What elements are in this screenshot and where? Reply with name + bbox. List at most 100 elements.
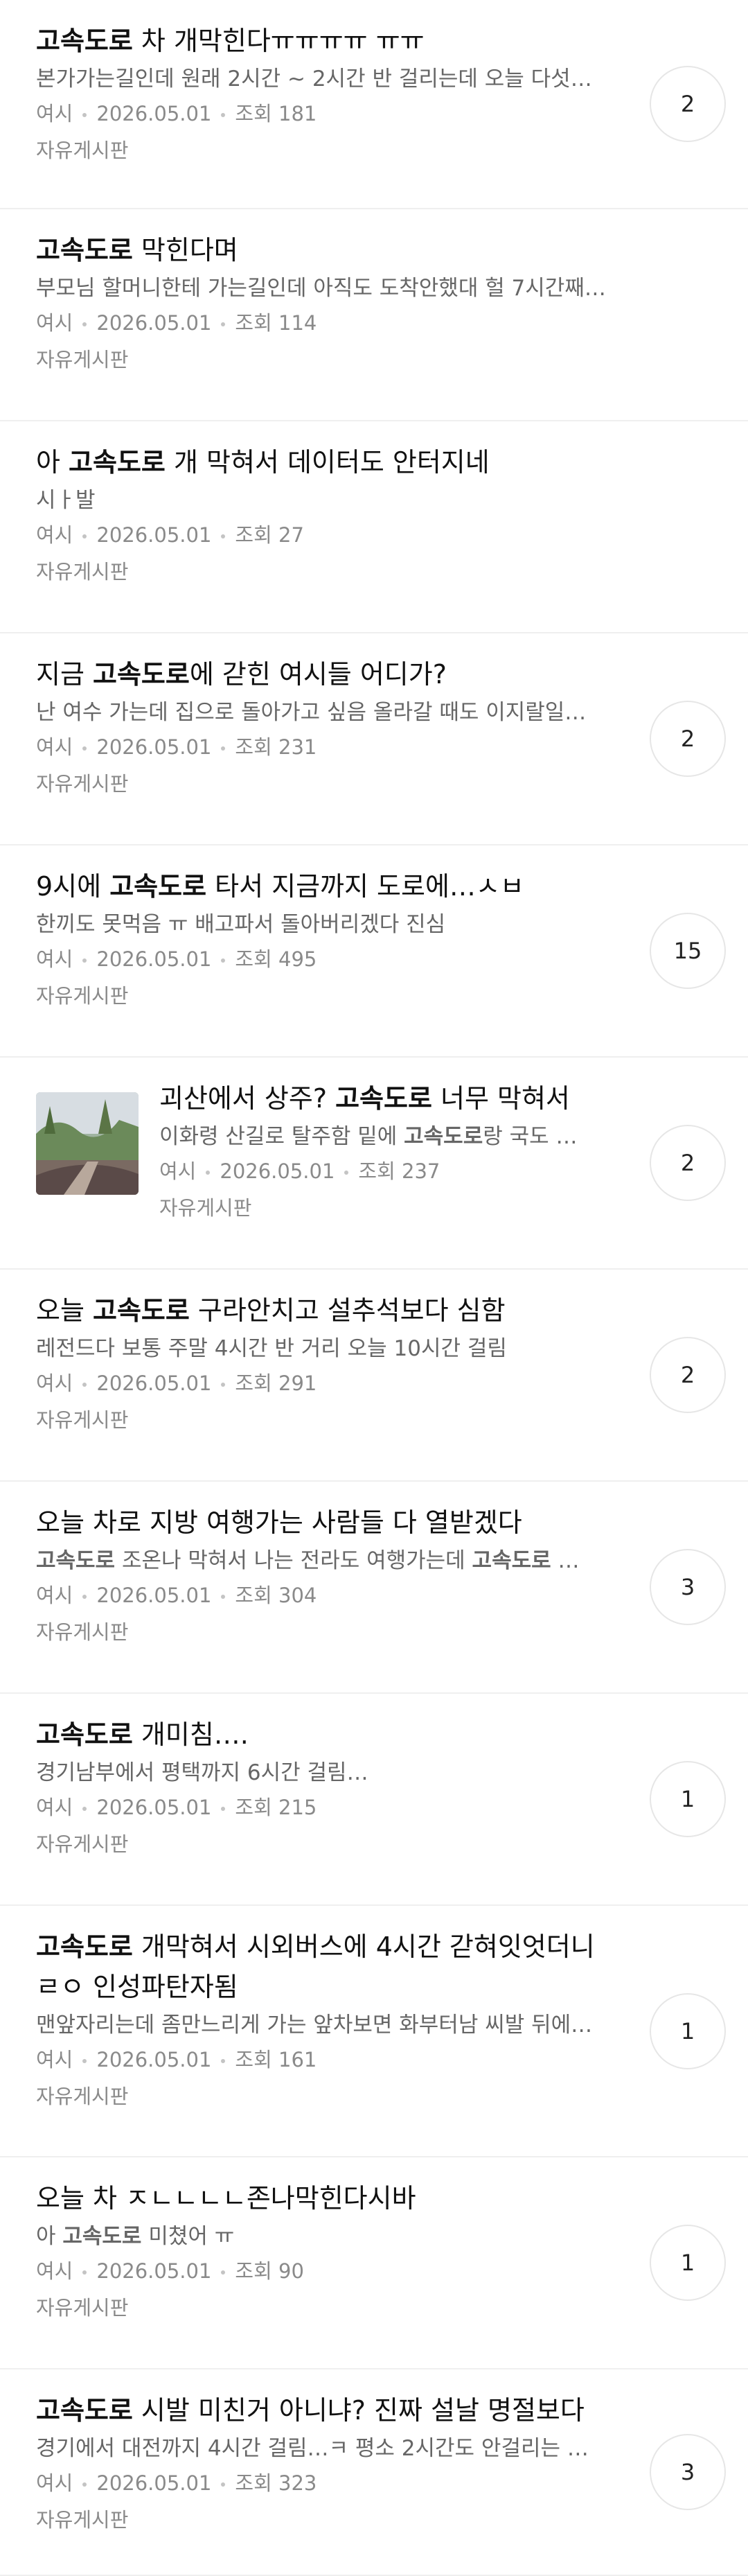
comment-count-badge[interactable]: 2 [650, 66, 726, 142]
highlighted-keyword: 고속도로 [36, 26, 133, 56]
post-title[interactable]: 고속도로 개미침…. [36, 1715, 608, 1755]
post-board-name[interactable]: 자유게시판 [36, 2501, 608, 2539]
separator-dot [221, 1595, 226, 1599]
post-item[interactable]: 오늘 고속도로 구라안치고 설추석보다 심함 레전드다 보통 주말 4시간 반 거… [0, 1270, 748, 1482]
post-content[interactable]: 고속도로 막힌다며 부모님 할머니한테 가는길인데 아직도 도착안했대 헐 7시간… [36, 230, 712, 378]
highlighted-keyword: 고속도로 [36, 1548, 116, 1573]
post-item[interactable]: 고속도로 차 개막힌다ㅠㅠㅠㅠ ㅠㅠ 본가가는길인데 원래 2시간 ~ 2시간 반… [0, 0, 748, 209]
post-title[interactable]: 괴산에서 상주? 고속도로 너무 막혀서 [159, 1078, 608, 1119]
post-views: 조회 495 [235, 947, 317, 971]
post-date: 2026.05.01 [96, 311, 212, 335]
post-item[interactable]: 고속도로 개미침…. 경기남부에서 평택까지 6시간 걸림… 여시 2026.05.0… [0, 1694, 748, 1906]
post-meta: 여시 2026.05.01 조회 27 [36, 517, 608, 553]
post-title[interactable]: 오늘 고속도로 구라안치고 설추석보다 심함 [36, 1290, 608, 1331]
post-title[interactable]: 고속도로 차 개막힌다ㅠㅠㅠㅠ ㅠㅠ [36, 21, 608, 61]
post-item[interactable]: 아 고속도로 개 막혀서 데이터도 안터지네 시ㅏ발 여시 2026.05.01 조회 … [0, 421, 748, 633]
post-title[interactable]: 고속도로 시발 미친거 아니냐? 진짜 설날 명절보다 [36, 2390, 608, 2430]
comment-count-badge[interactable]: 1 [650, 1761, 726, 1837]
post-title[interactable]: 9시에 고속도로 타서 지금까지 도로에…ㅅㅂ [36, 866, 608, 906]
post-content[interactable]: 오늘 차로 지방 여행가는 사람들 다 열받겠다고속도로 조온나 막혀서 나는 … [36, 1502, 712, 1651]
separator-dot [206, 1171, 211, 1175]
post-thumbnail-image[interactable] [36, 1092, 139, 1195]
post-content[interactable]: 지금 고속도로에 갇힌 여시들 어디가? 난 여수 가는데 집으로 돌아가고 싶음… [36, 654, 712, 803]
separator-dot [344, 1171, 349, 1175]
post-board-name[interactable]: 자유게시판 [36, 765, 608, 803]
post-views: 조회 27 [235, 523, 304, 547]
post-board-name[interactable]: 자유게시판 [36, 977, 608, 1015]
post-title-text: 오늘 [36, 1295, 93, 1326]
post-preview: 고속도로 조온나 막혀서 나는 전라도 여행가는데 고속도로 … [36, 1544, 608, 1577]
post-preview: 경기에서 대전까지 4시간 걸림…ㅋ 평소 2시간도 안걸리는 … [36, 2432, 608, 2465]
post-title-text: 오늘 차로 지방 여행가는 사람들 다 열받겠다 [36, 1507, 522, 1538]
comment-count-badge[interactable]: 2 [650, 701, 726, 777]
post-item[interactable]: 고속도로 개막혀서 시외버스에 4시간 갇혀잇엇더니 ㄹㅇ 인성파탄자됨 맨앞자리… [0, 1906, 748, 2157]
separator-dot [221, 322, 226, 326]
post-preview-text: 랑 국도 … [483, 1124, 578, 1149]
post-title[interactable]: 고속도로 막힌다며 [36, 230, 608, 270]
post-preview: 본가가는길인데 원래 2시간 ~ 2시간 반 걸리는데 오늘 다섯… [36, 62, 608, 96]
post-board-name[interactable]: 자유게시판 [159, 1189, 608, 1227]
post-content[interactable]: 고속도로 개미침…. 경기남부에서 평택까지 6시간 걸림… 여시 2026.05.0… [36, 1715, 712, 1863]
post-content[interactable]: 고속도로 시발 미친거 아니냐? 진짜 설날 명절보다 경기에서 대전까지 4시간… [36, 2390, 712, 2539]
post-list: 고속도로 차 개막힌다ㅠㅠㅠㅠ ㅠㅠ 본가가는길인데 원래 2시간 ~ 2시간 반… [0, 0, 748, 2576]
post-views: 조회 114 [235, 311, 317, 335]
separator-dot [82, 1383, 87, 1387]
comment-count-badge[interactable]: 15 [650, 913, 726, 989]
post-views: 조회 215 [235, 1796, 317, 1819]
post-item[interactable]: 지금 고속도로에 갇힌 여시들 어디가? 난 여수 가는데 집으로 돌아가고 싶음… [0, 633, 748, 845]
comment-count-badge[interactable]: 2 [650, 1337, 726, 1413]
post-title[interactable]: 오늘 차 ㅈㄴㄴㄴㄴ존나막힌다시바 [36, 2178, 608, 2218]
separator-dot [82, 113, 87, 117]
post-content[interactable]: 고속도로 차 개막힌다ㅠㅠㅠㅠ ㅠㅠ 본가가는길인데 원래 2시간 ~ 2시간 반… [36, 21, 712, 169]
post-title[interactable]: 오늘 차로 지방 여행가는 사람들 다 열받겠다 [36, 1502, 608, 1543]
post-views: 조회 90 [235, 2259, 304, 2283]
post-author: 여시 [36, 1372, 73, 1395]
post-board-name[interactable]: 자유게시판 [36, 1825, 608, 1863]
post-author: 여시 [36, 2259, 73, 2283]
post-board-name[interactable]: 자유게시판 [36, 2078, 608, 2115]
post-content[interactable]: 오늘 고속도로 구라안치고 설추석보다 심함 레전드다 보통 주말 4시간 반 거… [36, 1290, 712, 1439]
highlighted-keyword: 고속도로 [69, 447, 166, 477]
post-title-text: 개 막혀서 데이터도 안터지네 [165, 447, 490, 477]
post-title-text: 차 개막힌다ㅠㅠㅠㅠ ㅠㅠ [132, 26, 425, 56]
post-board-name[interactable]: 자유게시판 [36, 132, 608, 169]
post-date: 2026.05.01 [96, 1796, 212, 1819]
separator-dot [221, 746, 226, 751]
comment-count-badge[interactable]: 1 [650, 1992, 726, 2069]
post-board-name[interactable]: 자유게시판 [36, 341, 608, 378]
post-date: 2026.05.01 [96, 1372, 212, 1395]
post-content[interactable]: 오늘 차 ㅈㄴㄴㄴㄴ존나막힌다시바 아 고속도로 미쳤어 ㅠ 여시 2026.05.0… [36, 2178, 712, 2327]
post-title-text: 시발 미친거 아니냐? 진짜 설날 명절보다 [132, 2395, 585, 2426]
post-title[interactable]: 지금 고속도로에 갇힌 여시들 어디가? [36, 654, 608, 694]
post-title-text: 오늘 차 ㅈㄴㄴㄴㄴ존나막힌다시바 [36, 2183, 416, 2214]
post-board-name[interactable]: 자유게시판 [36, 1401, 608, 1439]
comment-count-badge[interactable]: 2 [650, 1125, 726, 1201]
post-board-name[interactable]: 자유게시판 [36, 2289, 608, 2327]
separator-dot [82, 1595, 87, 1599]
post-item[interactable]: 오늘 차 ㅈㄴㄴㄴㄴ존나막힌다시바 아 고속도로 미쳤어 ㅠ 여시 2026.05.0… [0, 2157, 748, 2369]
post-item[interactable]: 고속도로 막힌다며 부모님 할머니한테 가는길인데 아직도 도착안했대 헐 7시간… [0, 209, 748, 421]
comment-count-badge[interactable]: 3 [650, 2434, 726, 2510]
post-board-name[interactable]: 자유게시판 [36, 553, 608, 590]
post-title[interactable]: 고속도로 개막혀서 시외버스에 4시간 갇혀잇엇더니 ㄹㅇ 인성파탄자됨 [36, 1927, 608, 2007]
post-content[interactable]: 고속도로 개막혀서 시외버스에 4시간 갇혀잇엇더니 ㄹㅇ 인성파탄자됨 맨앞자리… [36, 1927, 712, 2115]
post-item[interactable]: 고속도로 시발 미친거 아니냐? 진짜 설날 명절보다 경기에서 대전까지 4시간… [0, 2369, 748, 2576]
post-date: 2026.05.01 [96, 2048, 212, 2071]
post-item[interactable]: 9시에 고속도로 타서 지금까지 도로에…ㅅㅂ 한끼도 못먹음 ㅠ 배고파서 돌아… [0, 845, 748, 1058]
post-content[interactable]: 9시에 고속도로 타서 지금까지 도로에…ㅅㅂ 한끼도 못먹음 ㅠ 배고파서 돌아… [36, 866, 712, 1015]
post-preview-text: 조온나 막혀서 나는 전라도 여행가는데 [115, 1548, 472, 1573]
post-board-name[interactable]: 자유게시판 [36, 1613, 608, 1651]
separator-dot [221, 534, 226, 538]
highlighted-keyword: 고속도로 [36, 1719, 133, 1750]
post-meta: 여시 2026.05.01 조회 291 [36, 1365, 608, 1401]
post-content[interactable]: 아 고속도로 개 막혀서 데이터도 안터지네 시ㅏ발 여시 2026.05.01 조회 … [36, 442, 712, 590]
post-item[interactable]: 오늘 차로 지방 여행가는 사람들 다 열받겠다고속도로 조온나 막혀서 나는 … [0, 1482, 748, 1694]
post-item[interactable]: 괴산에서 상주? 고속도로 너무 막혀서 이화령 산길로 탈주함 밑에 고속도로랑… [0, 1058, 748, 1270]
comment-count-badge[interactable]: 3 [650, 1549, 726, 1625]
separator-dot [221, 113, 226, 117]
comment-count-badge[interactable]: 1 [650, 2225, 726, 2301]
post-date: 2026.05.01 [96, 1584, 212, 1607]
post-author: 여시 [36, 2048, 73, 2071]
post-title[interactable]: 아 고속도로 개 막혀서 데이터도 안터지네 [36, 442, 608, 482]
post-title-text: 너무 막혀서 [431, 1083, 570, 1114]
